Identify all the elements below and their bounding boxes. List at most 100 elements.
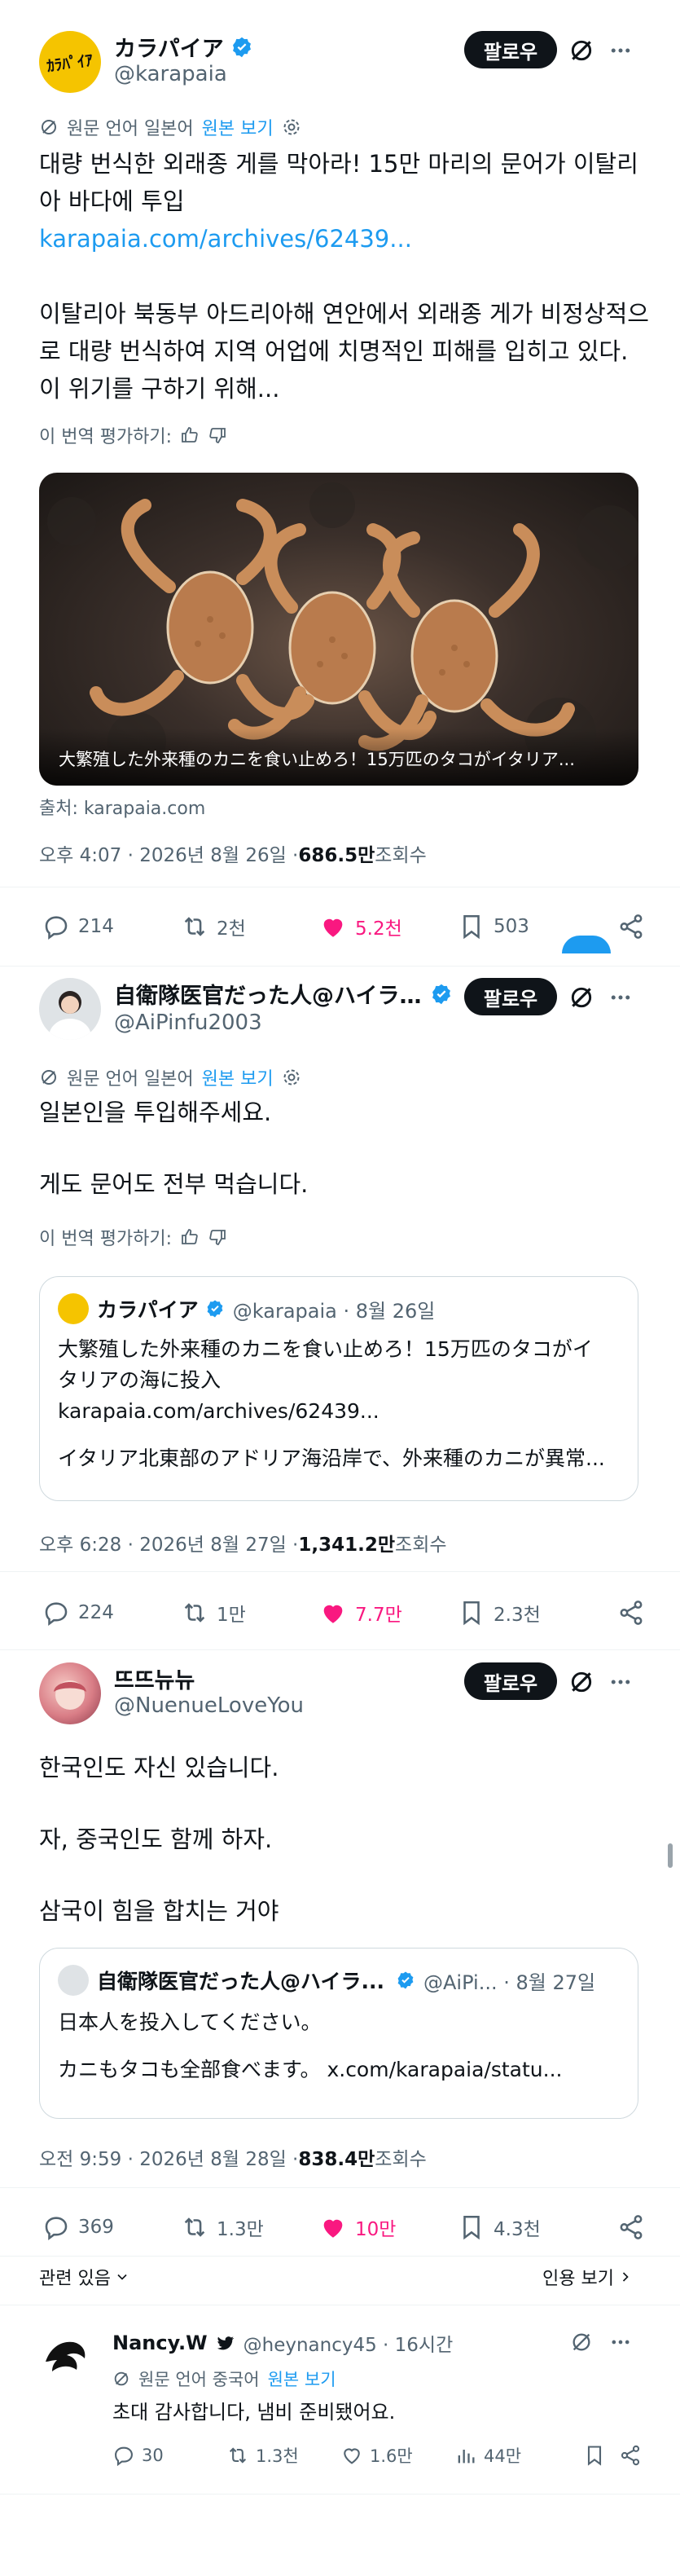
repost-count: 1만	[217, 1605, 246, 1626]
post-text: 대량 번식한 외래종 게를 막아라! 15만 마리의 문어가 이탈리 아 바다에…	[39, 145, 650, 407]
grok-icon[interactable]	[567, 36, 596, 65]
like-button[interactable]: 1.6만	[340, 2443, 454, 2468]
grok-icon[interactable]	[567, 2327, 596, 2357]
like-count: 5.2천	[355, 918, 402, 940]
repost-count: 1.3만	[217, 2219, 264, 2240]
divider	[0, 1649, 680, 1650]
quote-avatar	[58, 1965, 89, 1996]
quote-author-handle: @karapaia · 8월 26일	[232, 1299, 436, 1323]
reply-icon	[45, 916, 68, 940]
like-count: 10만	[355, 2219, 397, 2240]
reply-button[interactable]: 369	[42, 2213, 181, 2241]
share-button[interactable]	[617, 2213, 645, 2241]
like-count: 1.6만	[370, 2446, 413, 2466]
post-image[interactable]: 大繁殖した外来種のカニを食い止めろ！15万匹のタコがイタリア...	[39, 473, 638, 786]
avatar-character	[54, 1680, 86, 1710]
post-timestamp: 오후 6:28 · 2026년 8월 27일 · 1,341.2만 조회수	[39, 1529, 447, 1557]
bookmark-icon[interactable]	[583, 2444, 606, 2467]
avatar[interactable]	[39, 1662, 101, 1724]
quote-text-line: タリアの海に投入	[58, 1368, 222, 1392]
translation-note: 원문 언어 일본어 원본 보기	[39, 1064, 301, 1090]
bookmark-button[interactable]: 4.3천	[458, 2213, 572, 2241]
scrollbar-thumb[interactable]	[668, 1843, 673, 1868]
reply-button[interactable]: 224	[42, 1599, 181, 1627]
bookmark-icon	[463, 914, 480, 940]
author-row: 自衛隊医官だった人@ハイライ...	[114, 978, 456, 1010]
author-name[interactable]: カラパイア	[114, 31, 224, 63]
view-quotes-label: 인용 보기	[542, 2269, 614, 2289]
author-name[interactable]: 自衛隊医官だった人@ハイライ...	[114, 978, 423, 1010]
follow-button[interactable]: 팔로우	[464, 978, 557, 1015]
views-button[interactable]: 44만	[454, 2443, 560, 2468]
action-bar: 224 1만 7.7만 2.3천	[42, 1599, 645, 1627]
quote-text: 日本人を投入してください。 カニもタコも全部食べます。 x.com/karapa…	[58, 2007, 620, 2085]
rate-translation: 이 번역 평가하기:	[39, 422, 227, 448]
more-icon[interactable]	[606, 2327, 635, 2357]
share-icon	[620, 1601, 643, 1625]
quoted-post[interactable]: カラパイア @karapaia · 8월 26일 大繁殖した外来種のカニを食い止…	[39, 1276, 638, 1501]
post-text-line: 한국인도 자신 있습니다.	[39, 1754, 279, 1781]
show-original-link[interactable]: 원본 보기	[202, 1064, 274, 1090]
quoted-post[interactable]: 自衛隊医官だった人@ハイラ... @AiPi... · 8월 27일 日本人を投…	[39, 1948, 638, 2119]
avatar[interactable]	[39, 2329, 91, 2381]
like-button[interactable]: 7.7만	[319, 1599, 458, 1627]
repost-count: 2천	[217, 918, 246, 940]
verified-badge-icon	[230, 36, 253, 59]
reply-count: 30	[142, 2446, 164, 2465]
bookmark-icon	[463, 2215, 480, 2240]
repost-button[interactable]: 2천	[181, 913, 319, 940]
heart-filled-icon	[323, 1605, 343, 1623]
reply-button[interactable]: 30	[112, 2444, 226, 2467]
more-icon[interactable]	[606, 1667, 635, 1697]
show-original-link[interactable]: 원본 보기	[202, 114, 274, 140]
bookmark-button[interactable]: 2.3천	[458, 1599, 572, 1627]
grok-icon[interactable]	[567, 983, 596, 1012]
show-original-link[interactable]: 원본 보기	[268, 2367, 336, 2391]
more-icon[interactable]	[606, 36, 635, 65]
author-name[interactable]: 뜨뜨뉴뉴	[114, 1668, 195, 1693]
divider	[0, 2187, 680, 2188]
image-source[interactable]: 출처: karapaia.com	[39, 794, 205, 820]
share-button[interactable]	[617, 913, 645, 940]
author-handle[interactable]: @AiPinfu2003	[114, 1011, 262, 1035]
repost-button[interactable]: 1.3천	[226, 2443, 340, 2468]
share-icon[interactable]	[619, 2444, 642, 2467]
share-button[interactable]	[617, 1599, 645, 1627]
more-icon[interactable]	[606, 983, 635, 1012]
repost-button[interactable]: 1만	[181, 1599, 319, 1627]
quote-avatar	[58, 1293, 89, 1324]
translate-settings-icon[interactable]	[282, 1068, 301, 1087]
reply-author-name[interactable]: Nancy.W	[112, 2332, 208, 2354]
bookmark-button[interactable]: 503	[458, 913, 572, 940]
author-handle[interactable]: @NuenueLoveYou	[114, 1693, 304, 1718]
timestamp-text[interactable]: 오전 9:59 · 2026년 8월 28일 ·	[39, 2143, 298, 2171]
translate-language: 원문 언어 중국어	[138, 2370, 260, 2389]
translate-settings-icon[interactable]	[282, 117, 301, 137]
avatar[interactable]: ｶﾗﾊﾟｲｱ	[39, 31, 101, 93]
sort-relevant-button[interactable]: 관련 있음	[39, 2264, 130, 2290]
timestamp-text[interactable]: 오후 4:07 · 2026년 8월 26일 ·	[39, 839, 298, 867]
post-timestamp: 오후 4:07 · 2026년 8월 26일 · 686.5만 조회수	[39, 839, 427, 867]
author-handle[interactable]: @karapaia	[114, 62, 227, 86]
like-button[interactable]: 5.2천	[319, 913, 458, 940]
follow-button[interactable]: 팔로우	[464, 31, 557, 68]
grok-icon[interactable]	[567, 1667, 596, 1697]
avatar[interactable]	[39, 978, 101, 1040]
translation-note: 원문 언어 일본어 원본 보기	[39, 114, 301, 140]
like-button[interactable]: 10만	[319, 2213, 458, 2241]
thumbs-down-icon[interactable]	[208, 425, 227, 445]
reply-author-row: Nancy.W @heynancy45 · 16시간	[112, 2329, 453, 2357]
timestamp-text[interactable]: 오후 6:28 · 2026년 8월 27일 ·	[39, 1529, 298, 1557]
thumbs-up-icon[interactable]	[180, 425, 200, 445]
repost-button[interactable]: 1.3만	[181, 2213, 319, 2241]
avatar-ink-art	[46, 2341, 86, 2371]
follow-button[interactable]: 팔로우	[464, 1662, 557, 1700]
reply-extra-actions	[583, 2444, 642, 2467]
post-text-line: 일본인을 투입해주세요.	[39, 1099, 272, 1126]
reply-author-handle: @heynancy45 · 16시간	[243, 2335, 454, 2356]
thumbs-up-icon[interactable]	[180, 1227, 200, 1247]
view-quotes-link[interactable]: 인용 보기	[542, 2264, 634, 2290]
thumbs-down-icon[interactable]	[208, 1227, 227, 1247]
post-link[interactable]: karapaia.com/archives/62439...	[39, 220, 650, 258]
reply-button[interactable]: 214	[42, 913, 181, 940]
